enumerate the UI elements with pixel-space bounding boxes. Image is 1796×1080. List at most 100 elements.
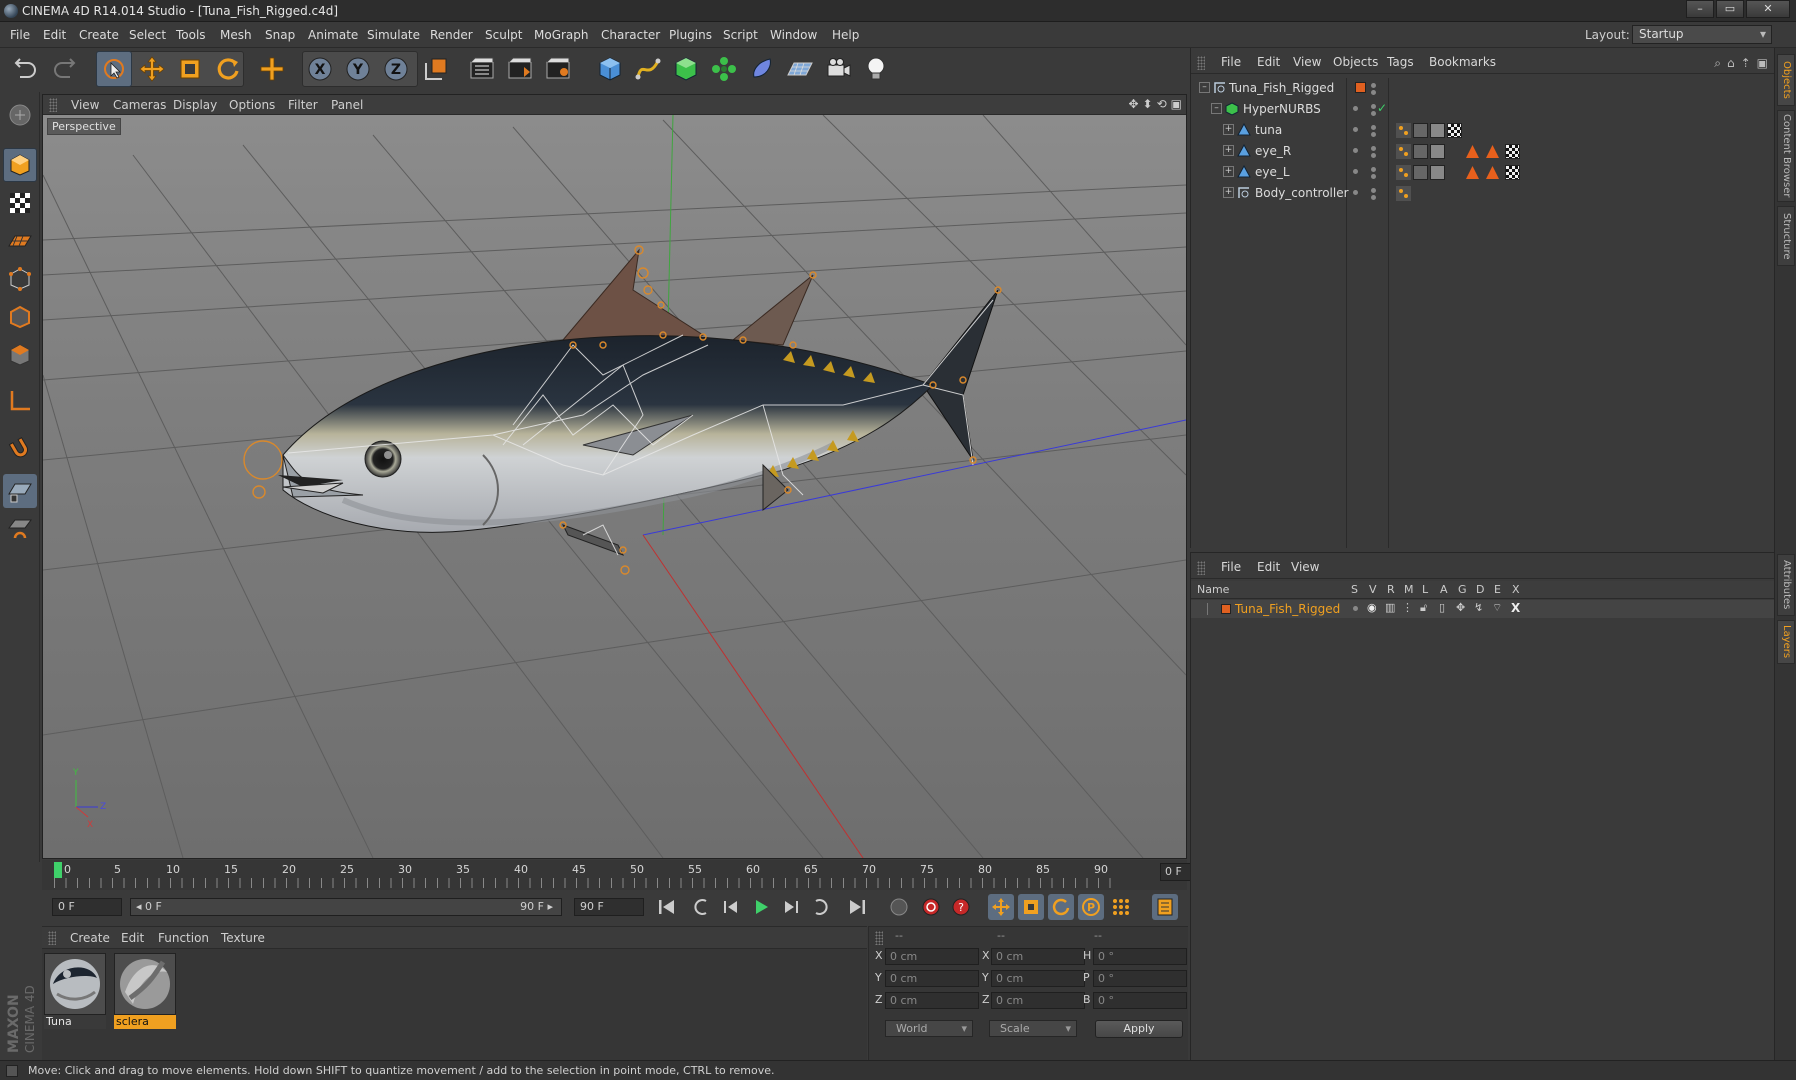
om-menu-file[interactable]: File — [1221, 55, 1241, 69]
weight-tag-icon[interactable] — [1413, 165, 1428, 180]
timeline-playhead[interactable] — [54, 862, 62, 878]
orbit-view-icon[interactable]: ⟲ — [1157, 97, 1167, 111]
zoom-view-icon[interactable]: ⬍ — [1143, 97, 1153, 111]
add-icon[interactable] — [254, 51, 290, 87]
frame-range-slider[interactable]: ◂ 0 F 90 F ▸ — [130, 898, 562, 916]
minimize-button[interactable]: – — [1686, 0, 1714, 18]
undo-icon[interactable] — [8, 51, 44, 87]
selection-tag-icon[interactable] — [1485, 165, 1500, 180]
camera-icon[interactable] — [820, 51, 856, 87]
object-mode-icon[interactable] — [3, 148, 37, 182]
object-row-hypernurbs[interactable]: – HyperNURBS ✓ — [1191, 99, 1775, 120]
phong-tag-icon[interactable] — [1430, 123, 1445, 138]
keyframe-selection-icon[interactable]: ? — [948, 894, 974, 920]
render-settings-icon[interactable] — [540, 51, 576, 87]
weight-tag-icon[interactable] — [1413, 144, 1428, 159]
pan-view-icon[interactable]: ✥ — [1128, 97, 1138, 111]
toggle-panel-icon[interactable]: ▣ — [1171, 97, 1182, 111]
menu-window[interactable]: Window — [770, 28, 817, 42]
om-menu-bookmarks[interactable]: Bookmarks — [1429, 55, 1496, 69]
deformer-icon[interactable]: ↯ — [1474, 601, 1483, 614]
redo-icon[interactable] — [46, 51, 82, 87]
autokeying-icon[interactable] — [918, 894, 944, 920]
texture-tag-icon[interactable] — [1447, 123, 1462, 138]
menu-tools[interactable]: Tools — [176, 28, 206, 42]
menu-mesh[interactable]: Mesh — [220, 28, 252, 42]
apply-button[interactable]: Apply — [1095, 1020, 1183, 1038]
size-y-field[interactable]: 0 cm — [991, 970, 1085, 987]
go-to-end-icon[interactable] — [844, 894, 870, 920]
layer-row[interactable]: Tuna_Fish_Rigged ◉ ▥ ⋮ 🔓︎ ▯ ✥ ↯ ⌔ X — [1191, 600, 1774, 618]
nurbs-icon[interactable] — [668, 51, 704, 87]
menu-select[interactable]: Select — [129, 28, 166, 42]
coordinate-mode-select[interactable]: Scale — [989, 1020, 1077, 1037]
xref-icon[interactable]: X — [1511, 601, 1520, 615]
previous-frame-icon[interactable] — [718, 894, 744, 920]
object-row-body-controller[interactable]: + Body_controller — [1191, 183, 1775, 204]
expand-icon[interactable]: + — [1223, 145, 1234, 156]
key-scale-icon[interactable] — [1018, 894, 1044, 920]
key-parameter-icon[interactable]: P — [1078, 894, 1104, 920]
tab-content-browser[interactable]: Content Browser — [1777, 110, 1795, 202]
tab-structure[interactable]: Structure — [1777, 206, 1795, 266]
material-menu-edit[interactable]: Edit — [121, 931, 144, 945]
home-icon[interactable]: ⌂ — [1727, 56, 1735, 71]
coordinate-space-select[interactable]: World — [885, 1020, 973, 1037]
position-z-field[interactable]: 0 cm — [885, 992, 979, 1009]
key-rotation-icon[interactable] — [1048, 894, 1074, 920]
collapse-icon[interactable]: – — [1211, 103, 1222, 114]
menu-plugins[interactable]: Plugins — [669, 28, 712, 42]
texture-mode-icon[interactable] — [3, 186, 37, 220]
record-keys-icon[interactable] — [886, 894, 912, 920]
object-row-tuna-fish-rigged[interactable]: – Tuna_Fish_Rigged — [1191, 78, 1775, 99]
layer-name[interactable]: Tuna_Fish_Rigged — [1235, 602, 1340, 616]
maximize-button[interactable]: ▭ — [1716, 0, 1744, 18]
menu-simulate[interactable]: Simulate — [367, 28, 420, 42]
material-menu-function[interactable]: Function — [158, 931, 209, 945]
cube-icon[interactable] — [592, 51, 628, 87]
viewport-perspective-label[interactable]: Perspective — [47, 118, 121, 135]
material-item-tuna[interactable]: Tuna — [44, 953, 106, 1031]
end-frame-field[interactable]: 90 F — [574, 898, 644, 916]
layout-select[interactable]: Startup — [1632, 25, 1772, 44]
rotate-icon[interactable] — [210, 51, 246, 87]
menu-render[interactable]: Render — [430, 28, 473, 42]
light-icon[interactable] — [858, 51, 894, 87]
manager-icon[interactable]: ⋮ — [1402, 601, 1413, 614]
next-key-icon[interactable] — [808, 894, 834, 920]
axis-mode-icon[interactable] — [3, 384, 37, 418]
menu-edit[interactable]: Edit — [43, 28, 66, 42]
locked-workplane-icon[interactable] — [3, 512, 37, 546]
visible-eye-icon[interactable]: ◉ — [1367, 601, 1377, 614]
menu-file[interactable]: File — [10, 28, 30, 42]
om-menu-objects[interactable]: Objects — [1333, 55, 1378, 69]
phong-tag-icon[interactable] — [1430, 144, 1445, 159]
selection-tag-icon[interactable] — [1465, 165, 1480, 180]
rotation-b-field[interactable]: 0 ° — [1093, 992, 1187, 1009]
points-mode-icon[interactable] — [3, 262, 37, 296]
lm-menu-view[interactable]: View — [1291, 560, 1319, 574]
timeline-window-icon[interactable] — [1152, 894, 1178, 920]
rotation-p-field[interactable]: 0 ° — [1093, 970, 1187, 987]
render-picture-viewer-icon[interactable] — [502, 51, 538, 87]
viewport-menu-options[interactable]: Options — [229, 98, 275, 112]
position-x-field[interactable]: 0 cm — [885, 948, 979, 965]
spline-icon[interactable] — [630, 51, 666, 87]
snap-icon[interactable] — [3, 474, 37, 508]
start-frame-field[interactable]: 0 F — [52, 898, 122, 916]
selection-tag-icon[interactable] — [1485, 144, 1500, 159]
y-axis-lock-icon[interactable]: Y — [340, 51, 376, 87]
array-icon[interactable] — [706, 51, 742, 87]
tab-objects[interactable]: Objects — [1777, 54, 1795, 106]
magnet-icon[interactable] — [3, 432, 37, 466]
rotation-h-field[interactable]: 0 ° — [1093, 948, 1187, 965]
z-axis-lock-icon[interactable]: Z — [378, 51, 414, 87]
texture-tag-icon[interactable] — [1505, 144, 1520, 159]
3d-viewport-canvas[interactable]: Y Z X Perspective — [43, 115, 1186, 858]
expression-icon[interactable]: ⌔ — [1492, 601, 1502, 615]
move-icon[interactable] — [134, 51, 170, 87]
collapse-icon[interactable]: – — [1199, 82, 1210, 93]
layer-color-swatch[interactable] — [1221, 604, 1231, 614]
close-button[interactable]: ✕ — [1746, 0, 1790, 18]
menu-script[interactable]: Script — [723, 28, 758, 42]
